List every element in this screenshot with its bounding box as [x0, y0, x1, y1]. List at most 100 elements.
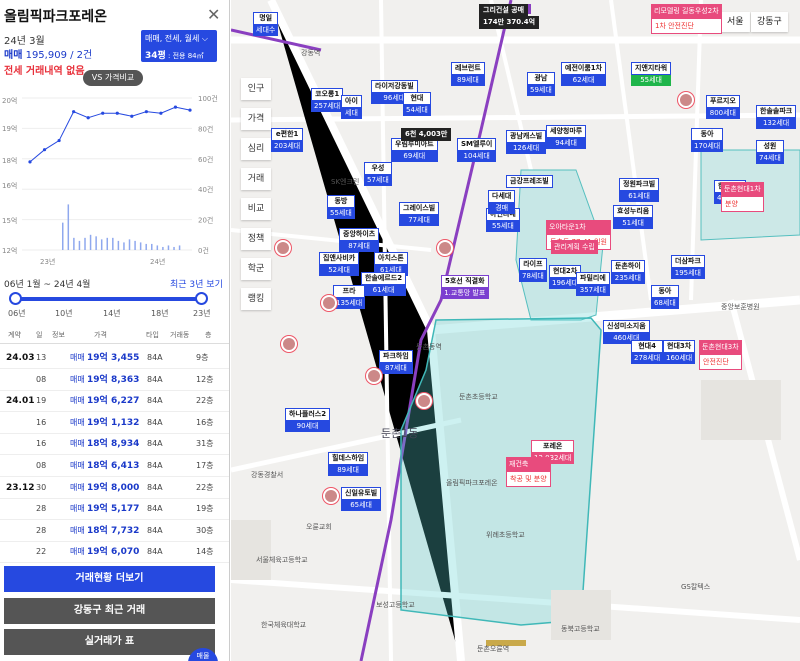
marker-name: 현대4	[631, 340, 664, 353]
apartment-marker[interactable]: 그레이스빌 77세대	[399, 202, 440, 226]
price-point[interactable]	[144, 110, 148, 114]
apartment-marker[interactable]: 성원 74세대	[756, 140, 784, 164]
auction-tag[interactable]: 그리건설 공매	[479, 4, 529, 17]
apartment-marker[interactable]: 아이 세대	[341, 95, 362, 119]
table-row[interactable]: 16 매매 19억 1,132 84A 16층	[0, 413, 229, 434]
apartment-marker[interactable]: 우림루미아트 69세대	[391, 138, 438, 162]
slider-end-handle[interactable]	[195, 292, 208, 305]
user-avatar[interactable]	[281, 336, 297, 352]
apartment-marker[interactable]: 동방 55세대	[327, 195, 355, 219]
apartment-marker[interactable]: 현대 54세대	[403, 92, 431, 116]
apartment-marker[interactable]: 예전이룸1차 62세대	[561, 62, 607, 86]
user-avatar[interactable]	[275, 240, 291, 256]
auction-tag[interactable]: 6천 4,003만	[401, 128, 452, 141]
auction-tag[interactable]: 174만 370.4억	[479, 16, 540, 29]
apartment-marker[interactable]: SM엘루이 104세대	[457, 138, 497, 162]
close-icon[interactable]: ✕	[207, 5, 220, 24]
user-avatar[interactable]	[437, 240, 453, 256]
apartment-marker[interactable]: 광남캐스빌 126세대	[506, 130, 547, 154]
redevelopment-tag[interactable]: 둔촌현대1차 분양	[721, 182, 764, 212]
apartment-marker[interactable]: 정원파크빌 61세대	[619, 178, 660, 202]
apartment-marker[interactable]: 둔촌하이 235세대	[611, 260, 645, 284]
apartment-marker[interactable]: 광남 59세대	[527, 72, 555, 96]
apartment-marker[interactable]: e편한1 203세대	[271, 128, 304, 152]
redevelopment-tag[interactable]: 둔촌현대3차 안전진단	[699, 340, 742, 370]
recent-3y-link[interactable]: 최근 3년 보기	[170, 277, 223, 290]
apartment-marker[interactable]: 더삼파크 195세대	[671, 255, 705, 279]
apartment-marker[interactable]: 힐데스하임 89세대	[328, 452, 369, 476]
table-row[interactable]: 23.12 30 매매 19억 8,000 84A 22층	[0, 478, 229, 499]
redevelopment-tag[interactable]: 리모델링 길동우성2차 1차 안전진단	[651, 4, 722, 34]
table-row[interactable]: 24.03 13 매매 19억 3,455 84A 9층	[0, 348, 229, 369]
redevelopment-tag[interactable]: 재건축 착공 및 분양	[506, 457, 551, 487]
table-row[interactable]: 16 매매 18억 8,934 84A 31층	[0, 434, 229, 456]
apartment-marker[interactable]: 코오롱1 257세대	[311, 88, 344, 112]
period-slider[interactable]	[9, 292, 208, 305]
price-point[interactable]	[159, 111, 163, 115]
map-tab[interactable]: 학군	[241, 258, 271, 280]
price-point[interactable]	[115, 111, 119, 115]
user-avatar[interactable]	[416, 393, 432, 409]
price-point[interactable]	[188, 108, 192, 112]
apartment-marker[interactable]: 세양청마루 94세대	[546, 125, 587, 149]
apartment-marker[interactable]: 프라 135세대	[333, 285, 366, 309]
district-trades-button[interactable]: 강동구 최근 거래	[4, 598, 215, 624]
price-point[interactable]	[101, 111, 105, 115]
apartment-marker[interactable]: 한솔솔파크 132세대	[756, 105, 797, 129]
apartment-marker[interactable]: 파크하임 87세대	[379, 350, 413, 374]
apartment-marker[interactable]: 다세대 경매	[488, 190, 516, 214]
apartment-marker[interactable]: 5호선 직결화 1.교통망 발표	[441, 275, 489, 299]
table-row[interactable]: 28 매매 18억 7,732 84A 30층	[0, 521, 229, 542]
price-point[interactable]	[173, 105, 178, 109]
apartment-marker[interactable]: 푸르지오 800세대	[706, 95, 740, 119]
trade-filter-dropdown[interactable]: 매매, 전세, 월세 ⌵ 34평 : 전용 84㎡	[141, 30, 217, 62]
price-point[interactable]	[86, 116, 90, 120]
map-tab[interactable]: 인구	[241, 78, 271, 100]
apartment-marker[interactable]: 지앤지타워 55세대	[631, 62, 672, 86]
table-row[interactable]: 22 매매 19억 6,070 84A 14층	[0, 542, 229, 564]
apartment-marker[interactable]: 한솔에르드2 61세대	[361, 272, 407, 296]
price-point[interactable]	[130, 114, 134, 118]
apartment-marker[interactable]: 현대3차 160세대	[663, 340, 696, 364]
map-view[interactable]: ⌖ 서울 강동구 인구가격심리거래비교정책학군랭킹 명일세대수코오롱1257세대…	[231, 0, 800, 661]
table-row[interactable]: 08 매매 18억 6,413 84A 17층	[0, 456, 229, 477]
apartment-marker[interactable]: 집앤사비카 52세대	[319, 252, 360, 276]
map-tab[interactable]: 랭킹	[241, 288, 271, 310]
apartment-marker[interactable]: 명일 세대수	[253, 12, 279, 36]
apartment-marker[interactable]: 신일유토빌 65세대	[341, 487, 382, 511]
apartment-marker[interactable]: 효성누리움 51세대	[613, 205, 654, 229]
table-row[interactable]: 24.01 19 매매 19억 6,227 84A 22층	[0, 391, 229, 413]
redevelopment-tag[interactable]: 관리계획 수립	[551, 240, 598, 254]
apartment-marker[interactable]: 금강프레조빌	[506, 175, 553, 188]
city-select[interactable]: 서울	[721, 12, 750, 32]
user-avatar[interactable]	[366, 368, 382, 384]
apartment-marker[interactable]: 하나플러스2 90세대	[285, 408, 331, 432]
apartment-marker[interactable]: 우성 57세대	[364, 162, 392, 186]
apartment-marker[interactable]: 레브런트 89세대	[451, 62, 485, 86]
map-tab[interactable]: 가격	[241, 108, 271, 130]
user-avatar[interactable]	[321, 295, 337, 311]
price-point[interactable]	[42, 148, 47, 152]
marker-name: 성원	[756, 140, 784, 153]
table-row[interactable]: 28 매매 19억 5,177 84A 19층	[0, 499, 229, 521]
price-point[interactable]	[72, 110, 76, 114]
slider-start-handle[interactable]	[9, 292, 22, 305]
district-select[interactable]: 강동구	[751, 12, 788, 32]
map-tab[interactable]: 정책	[241, 228, 271, 250]
apartment-marker[interactable]: 중앙하이츠 87세대	[339, 228, 380, 252]
apartment-marker[interactable]: 현대4 278세대	[631, 340, 664, 364]
price-point[interactable]	[57, 138, 61, 143]
apartment-marker[interactable]: 라이프 78세대	[519, 258, 547, 282]
more-trades-button[interactable]: 거래현황 더보기	[4, 566, 215, 592]
map-tab[interactable]: 거래	[241, 168, 271, 190]
apartment-marker[interactable]: 파밀리에 357세대	[576, 272, 610, 296]
map-tab[interactable]: 심리	[241, 138, 271, 160]
user-avatar[interactable]	[323, 488, 339, 504]
map-tab[interactable]: 비교	[241, 198, 271, 220]
apartment-marker[interactable]: 동아 68세대	[651, 285, 679, 309]
table-row[interactable]: 08 매매 19억 8,363 84A 12층	[0, 370, 229, 391]
apartment-marker[interactable]: 동아 170세대	[691, 128, 724, 152]
price-point[interactable]	[28, 160, 32, 164]
user-avatar[interactable]	[678, 92, 694, 108]
price-table-button[interactable]: 실거래가 표	[4, 629, 215, 655]
